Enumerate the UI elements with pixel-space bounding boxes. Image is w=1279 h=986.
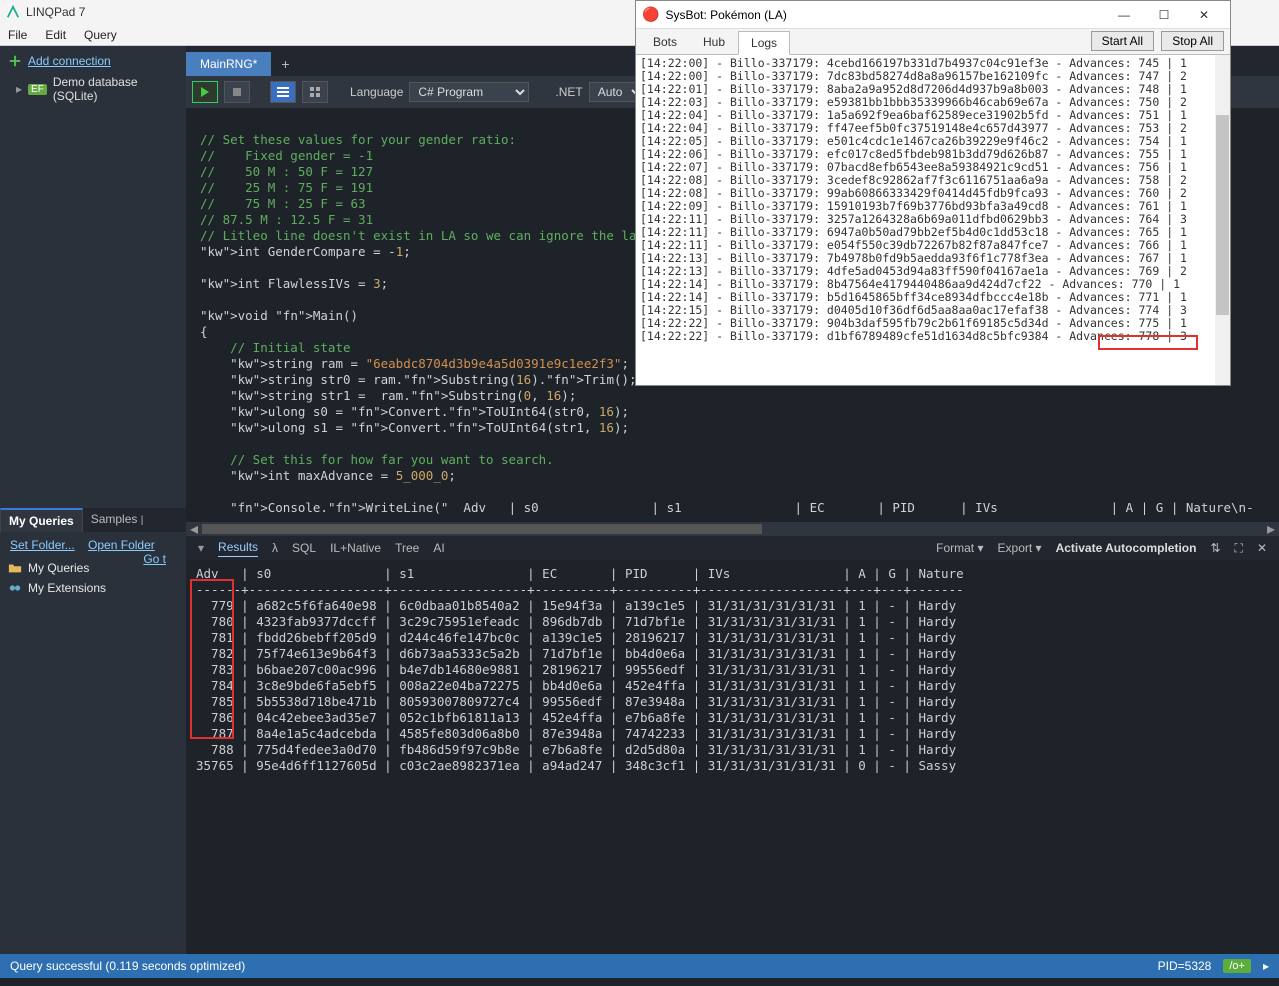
extensions-icon bbox=[8, 581, 22, 595]
tab-results[interactable]: Results bbox=[218, 540, 258, 557]
tab-lambda[interactable]: λ bbox=[272, 541, 278, 555]
results-pane[interactable]: Adv | s0 | s1 | EC | PID | IVs | A | G |… bbox=[186, 560, 1279, 954]
add-connection-link[interactable]: Add connection bbox=[0, 50, 186, 72]
sort-icon[interactable]: ⇅ bbox=[1210, 541, 1220, 555]
start-all-button[interactable]: Start All bbox=[1091, 31, 1154, 51]
tab-ai[interactable]: AI bbox=[433, 541, 444, 555]
language-select[interactable]: C# Program bbox=[409, 82, 529, 102]
connection-item[interactable]: ▸ EF Demo database (SQLite) bbox=[0, 72, 186, 106]
close-button[interactable]: ✕ bbox=[1184, 2, 1224, 28]
my-extensions-item[interactable]: My Extensions bbox=[0, 578, 186, 598]
my-queries-folder[interactable]: My Queries bbox=[0, 558, 143, 578]
my-queries-label: My Queries bbox=[28, 561, 89, 575]
my-extensions-label: My Extensions bbox=[28, 581, 106, 595]
sysbot-vscrollbar[interactable] bbox=[1215, 55, 1230, 385]
demo-db-label: Demo database (SQLite) bbox=[53, 75, 178, 103]
sysbot-log-area[interactable]: [14:22:00] - Billo-337179: 4cebd166197b3… bbox=[636, 55, 1230, 385]
sysbot-titlebar: 🔴 SysBot: Pokémon (LA) — ☐ ✕ bbox=[636, 1, 1230, 29]
sbot-tabs: Bots Hub Logs Start All Stop All bbox=[636, 29, 1230, 55]
tab-hub[interactable]: Hub bbox=[690, 30, 738, 54]
status-pid: PID=5328 bbox=[1158, 959, 1212, 973]
folder-icon bbox=[8, 561, 22, 575]
tab-sql[interactable]: SQL bbox=[292, 541, 316, 555]
scroll-right-icon[interactable]: ▸ bbox=[1263, 519, 1279, 536]
new-tab-button[interactable]: + bbox=[271, 52, 299, 76]
statusbar: Query successful (0.119 seconds optimize… bbox=[0, 954, 1279, 978]
add-connection-label: Add connection bbox=[28, 54, 111, 68]
ef-badge: EF bbox=[28, 84, 47, 95]
stop-all-button[interactable]: Stop All bbox=[1161, 31, 1224, 51]
samples-tab[interactable]: Samples | bbox=[83, 508, 152, 532]
menu-file[interactable]: File bbox=[8, 28, 27, 42]
linqpad-icon bbox=[6, 5, 20, 19]
net-label: .NET bbox=[555, 85, 582, 99]
activate-autocomplete[interactable]: Activate Autocompletion bbox=[1056, 541, 1197, 555]
export-menu[interactable]: Export ▾ bbox=[998, 541, 1042, 555]
grid-icon bbox=[277, 87, 289, 97]
expand-icon[interactable]: ⛶ bbox=[1235, 541, 1243, 556]
open-folder-link[interactable]: Open Folder bbox=[88, 538, 155, 552]
status-badge: /o+ bbox=[1223, 959, 1251, 973]
tab-logs[interactable]: Logs bbox=[738, 31, 790, 55]
sysbot-window: 🔴 SysBot: Pokémon (LA) — ☐ ✕ Bots Hub Lo… bbox=[635, 0, 1231, 386]
menu-query[interactable]: Query bbox=[84, 28, 117, 42]
tab-mainrng[interactable]: MainRNG* bbox=[186, 52, 271, 76]
tab-bots[interactable]: Bots bbox=[640, 30, 690, 54]
maximize-button[interactable]: ☐ bbox=[1144, 2, 1184, 28]
plus-icon bbox=[8, 54, 22, 68]
expand-icon: ▸ bbox=[16, 82, 22, 96]
status-chevron-icon[interactable]: ▸ bbox=[1263, 959, 1269, 973]
status-text: Query successful (0.119 seconds optimize… bbox=[10, 959, 245, 973]
close-results-icon[interactable]: ✕ bbox=[1257, 541, 1267, 555]
view-grid-button[interactable] bbox=[270, 81, 296, 103]
language-label: Language bbox=[350, 85, 403, 99]
run-button[interactable] bbox=[192, 81, 218, 103]
stop-icon bbox=[232, 87, 242, 97]
results-tabs: ▾ Results λ SQL IL+Native Tree AI Format… bbox=[186, 536, 1279, 560]
view-tiles-button[interactable] bbox=[302, 81, 328, 103]
stop-button[interactable] bbox=[224, 81, 250, 103]
hscroll-thumb[interactable] bbox=[202, 524, 762, 534]
set-folder-link[interactable]: Set Folder... bbox=[10, 538, 75, 552]
sysbot-vscroll-thumb[interactable] bbox=[1216, 115, 1229, 315]
sidebar: Add connection ▸ EF Demo database (SQLit… bbox=[0, 46, 186, 954]
sysbot-icon: 🔴 bbox=[642, 6, 659, 23]
scroll-left-icon[interactable]: ◂ bbox=[186, 519, 202, 536]
my-queries-tab[interactable]: My Queries bbox=[0, 508, 83, 532]
editor-hscrollbar[interactable]: ◂ ▸ bbox=[186, 522, 1279, 536]
sysbot-title-text: SysBot: Pokémon (LA) bbox=[665, 8, 786, 22]
format-menu[interactable]: Format ▾ bbox=[936, 541, 983, 555]
play-icon bbox=[200, 87, 210, 97]
tab-tree[interactable]: Tree bbox=[395, 541, 419, 555]
tab-il[interactable]: IL+Native bbox=[330, 541, 381, 555]
app-title: LINQPad 7 bbox=[26, 5, 85, 19]
goto-link[interactable]: Go t bbox=[143, 552, 166, 566]
expand-results-icon[interactable]: ▾ bbox=[198, 541, 204, 555]
minimize-button[interactable]: — bbox=[1104, 2, 1144, 28]
tiles-icon bbox=[310, 87, 320, 97]
menu-edit[interactable]: Edit bbox=[45, 28, 66, 42]
